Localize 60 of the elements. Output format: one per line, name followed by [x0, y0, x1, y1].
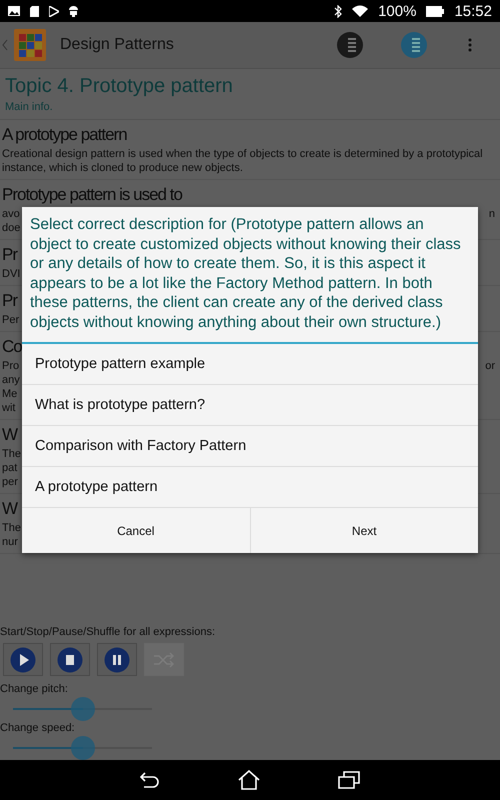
section-text: Pro — [2, 359, 20, 373]
section-text: Creational design pattern is used when the type of objects to create is determined by a prototypical instance, which is cloned to produce new objects. — [2, 147, 484, 175]
quiz-list-icon[interactable] — [336, 31, 364, 59]
overflow-menu-icon[interactable] — [468, 38, 472, 52]
stop-button[interactable] — [50, 643, 90, 676]
image-icon — [8, 6, 20, 16]
slider-thumb[interactable] — [70, 736, 94, 760]
section-title: Prototype pattern is used to — [2, 184, 182, 206]
sd-card-icon — [30, 6, 39, 16]
battery-icon — [426, 6, 444, 16]
bluetooth-icon — [334, 4, 342, 18]
recent-apps-icon[interactable] — [338, 771, 360, 789]
back-icon[interactable] — [140, 771, 160, 789]
next-button[interactable]: Next — [250, 508, 478, 553]
clock: 15:52 — [454, 2, 492, 20]
answer-option[interactable]: A prototype pattern — [22, 467, 478, 508]
section-text: any — [2, 373, 20, 387]
section-title: Co — [2, 336, 22, 358]
topic-subtitle: Main info. — [5, 101, 54, 113]
section-text: Per — [2, 313, 20, 327]
section-text: doe — [2, 221, 20, 235]
answer-option[interactable]: Prototype pattern example — [22, 344, 478, 385]
section-text: pat — [2, 461, 18, 475]
battery-percent: 100% — [378, 2, 416, 20]
pause-icon — [104, 646, 130, 672]
answer-option[interactable]: What is prototype pattern? — [22, 385, 478, 426]
topic-title: Topic 4. Prototype pattern — [5, 75, 234, 98]
section-text: or — [485, 359, 495, 373]
play-icon — [10, 646, 36, 672]
stop-icon — [57, 646, 83, 672]
slider-track[interactable] — [13, 736, 152, 760]
home-icon[interactable] — [238, 770, 260, 790]
section-title: Pr — [2, 244, 17, 266]
section-text: per — [2, 475, 18, 489]
play-button[interactable] — [3, 643, 43, 676]
app-logo-icon — [14, 29, 46, 61]
section-title: W — [2, 424, 18, 446]
slider-thumb[interactable] — [70, 697, 94, 721]
section-title: W — [2, 498, 18, 520]
section-text: Me — [2, 387, 18, 401]
section-text: DVI — [2, 267, 20, 281]
section-text: The — [2, 447, 21, 461]
answer-option[interactable]: Comparison with Factory Pattern — [22, 426, 478, 467]
section-text: avo — [2, 207, 20, 221]
slider-label: Change pitch: — [0, 682, 69, 696]
section-title: A prototype pattern — [2, 124, 127, 146]
wifi-icon — [352, 5, 368, 17]
playback-label: Start/Stop/Pause/Shuffle for all expressions: — [0, 625, 216, 639]
back-chevron-icon[interactable] — [2, 39, 8, 51]
pause-button[interactable] — [97, 643, 137, 676]
section-text: n — [488, 207, 495, 221]
section-text: nur — [2, 535, 18, 549]
section-text: wit — [2, 401, 16, 415]
section-text: The — [2, 521, 21, 535]
section-title: Pr — [2, 290, 17, 312]
slider-track[interactable] — [13, 697, 152, 721]
slider-label: Change speed: — [0, 721, 76, 735]
app-title: Design Patterns — [60, 36, 175, 54]
quiz-list-icon[interactable] — [400, 31, 428, 59]
cancel-button[interactable]: Cancel — [22, 508, 250, 553]
